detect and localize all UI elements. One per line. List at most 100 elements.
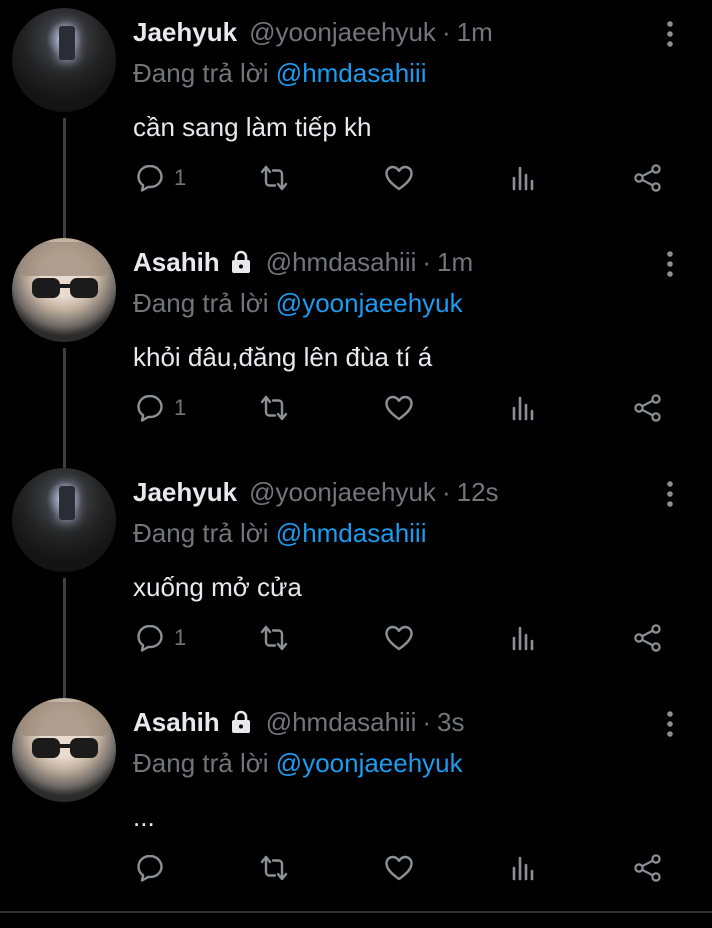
reply-count: 1 bbox=[174, 625, 187, 650]
reply-button[interactable]: 1 bbox=[134, 390, 186, 426]
avatar-photo-detail bbox=[20, 702, 108, 736]
analytics-icon bbox=[512, 856, 534, 881]
tweet-header: Jaehyuk @yoonjaeehyuk · 12s bbox=[133, 474, 499, 510]
views-button[interactable] bbox=[508, 850, 540, 886]
like-button[interactable] bbox=[383, 620, 415, 656]
lock-icon bbox=[231, 250, 250, 273]
tweet[interactable]: Asahih @hmdasahiii · 3s Đang trả lời @yo… bbox=[0, 690, 712, 920]
retweet-button[interactable] bbox=[258, 620, 290, 656]
retweet-button[interactable] bbox=[258, 160, 290, 196]
reply-mention[interactable]: @yoonjaeehyuk bbox=[276, 288, 463, 318]
more-vertical-icon[interactable] bbox=[658, 706, 682, 742]
like-button[interactable] bbox=[383, 160, 415, 196]
replying-to: Đang trả lời @hmdasahiii bbox=[133, 58, 426, 89]
avatar-photo-detail bbox=[59, 486, 75, 520]
reply-prefix: Đang trả lời bbox=[133, 58, 269, 88]
tweet[interactable]: Jaehyuk @yoonjaeehyuk · 1m Đang trả lời … bbox=[0, 0, 712, 230]
separator: · bbox=[422, 706, 432, 737]
tweet-header: Asahih @hmdasahiii · 3s bbox=[133, 704, 465, 740]
like-button[interactable] bbox=[383, 850, 415, 886]
reply-icon bbox=[137, 854, 163, 882]
timestamp[interactable]: 12s bbox=[457, 477, 499, 508]
more-vertical-icon[interactable] bbox=[658, 476, 682, 512]
share-button[interactable] bbox=[632, 850, 664, 886]
more-vertical-icon[interactable] bbox=[658, 246, 682, 282]
display-name[interactable]: Asahih bbox=[133, 707, 220, 738]
separator: · bbox=[422, 246, 432, 277]
views-button[interactable] bbox=[508, 160, 540, 196]
tweet-header: Jaehyuk @yoonjaeehyuk · 1m bbox=[133, 14, 493, 50]
tweet-actions: 1 bbox=[0, 160, 712, 196]
share-button[interactable] bbox=[632, 620, 664, 656]
user-handle[interactable]: @hmdasahiii bbox=[266, 247, 417, 278]
reply-prefix: Đang trả lời bbox=[133, 748, 269, 778]
lock-icon bbox=[231, 710, 250, 733]
avatar-photo-detail bbox=[32, 278, 98, 298]
reply-button[interactable] bbox=[134, 850, 174, 886]
share-button[interactable] bbox=[632, 390, 664, 426]
tweet-text: ... bbox=[133, 802, 155, 832]
tweet-text: cần sang làm tiếp kh bbox=[133, 112, 372, 142]
share-icon bbox=[634, 624, 661, 652]
avatar[interactable] bbox=[12, 468, 116, 572]
avatar[interactable] bbox=[12, 698, 116, 802]
avatar[interactable] bbox=[12, 8, 116, 112]
reply-button[interactable]: 1 bbox=[134, 620, 186, 656]
retweet-icon bbox=[260, 625, 288, 651]
retweet-icon bbox=[260, 395, 288, 421]
share-icon bbox=[634, 854, 661, 882]
separator: · bbox=[441, 16, 451, 47]
analytics-icon bbox=[512, 166, 534, 191]
tweet-actions: 1 bbox=[0, 620, 712, 656]
reply-mention[interactable]: @yoonjaeehyuk bbox=[276, 748, 463, 778]
display-name[interactable]: Jaehyuk bbox=[133, 17, 237, 48]
divider bbox=[0, 911, 712, 913]
heart-icon bbox=[385, 625, 413, 651]
analytics-icon bbox=[512, 396, 534, 421]
reply-prefix: Đang trả lời bbox=[133, 518, 269, 548]
tweet-text: khỏi đâu,đăng lên đùa tí á bbox=[133, 342, 433, 372]
tweet[interactable]: Asahih @hmdasahiii · 1m Đang trả lời @yo… bbox=[0, 230, 712, 460]
views-button[interactable] bbox=[508, 390, 540, 426]
reply-button[interactable]: 1 bbox=[134, 160, 186, 196]
timestamp[interactable]: 1m bbox=[457, 17, 493, 48]
reply-count: 1 bbox=[174, 395, 187, 420]
user-handle[interactable]: @hmdasahiii bbox=[266, 707, 417, 738]
replying-to: Đang trả lời @yoonjaeehyuk bbox=[133, 288, 463, 319]
display-name[interactable]: Asahih bbox=[133, 247, 220, 278]
tweet-actions bbox=[0, 850, 712, 886]
display-name[interactable]: Jaehyuk bbox=[133, 477, 237, 508]
reply-icon bbox=[137, 624, 163, 652]
retweet-button[interactable] bbox=[258, 390, 290, 426]
share-button[interactable] bbox=[632, 160, 664, 196]
retweet-icon bbox=[260, 855, 288, 881]
more-vertical-icon[interactable] bbox=[658, 16, 682, 52]
heart-icon bbox=[385, 855, 413, 881]
reply-mention[interactable]: @hmdasahiii bbox=[276, 518, 427, 548]
reply-mention[interactable]: @hmdasahiii bbox=[276, 58, 427, 88]
share-icon bbox=[634, 164, 661, 192]
views-button[interactable] bbox=[508, 620, 540, 656]
retweet-icon bbox=[260, 165, 288, 191]
heart-icon bbox=[385, 165, 413, 191]
avatar-photo-detail bbox=[20, 242, 108, 276]
user-handle[interactable]: @yoonjaeehyuk bbox=[249, 477, 436, 508]
like-button[interactable] bbox=[383, 390, 415, 426]
tweet[interactable]: Jaehyuk @yoonjaeehyuk · 12s Đang trả lời… bbox=[0, 460, 712, 690]
tweet-text: xuống mở cửa bbox=[133, 572, 302, 602]
reply-prefix: Đang trả lời bbox=[133, 288, 269, 318]
reply-count: 1 bbox=[174, 165, 187, 190]
separator: · bbox=[441, 476, 451, 507]
heart-icon bbox=[385, 395, 413, 421]
retweet-button[interactable] bbox=[258, 850, 290, 886]
timestamp[interactable]: 1m bbox=[437, 247, 473, 278]
tweet-header: Asahih @hmdasahiii · 1m bbox=[133, 244, 473, 280]
avatar-photo-detail bbox=[59, 26, 75, 60]
reply-icon bbox=[137, 164, 163, 192]
avatar-photo-detail bbox=[32, 738, 98, 758]
replying-to: Đang trả lời @yoonjaeehyuk bbox=[133, 748, 463, 779]
tweet-actions: 1 bbox=[0, 390, 712, 426]
avatar[interactable] bbox=[12, 238, 116, 342]
user-handle[interactable]: @yoonjaeehyuk bbox=[249, 17, 436, 48]
timestamp[interactable]: 3s bbox=[437, 707, 464, 738]
